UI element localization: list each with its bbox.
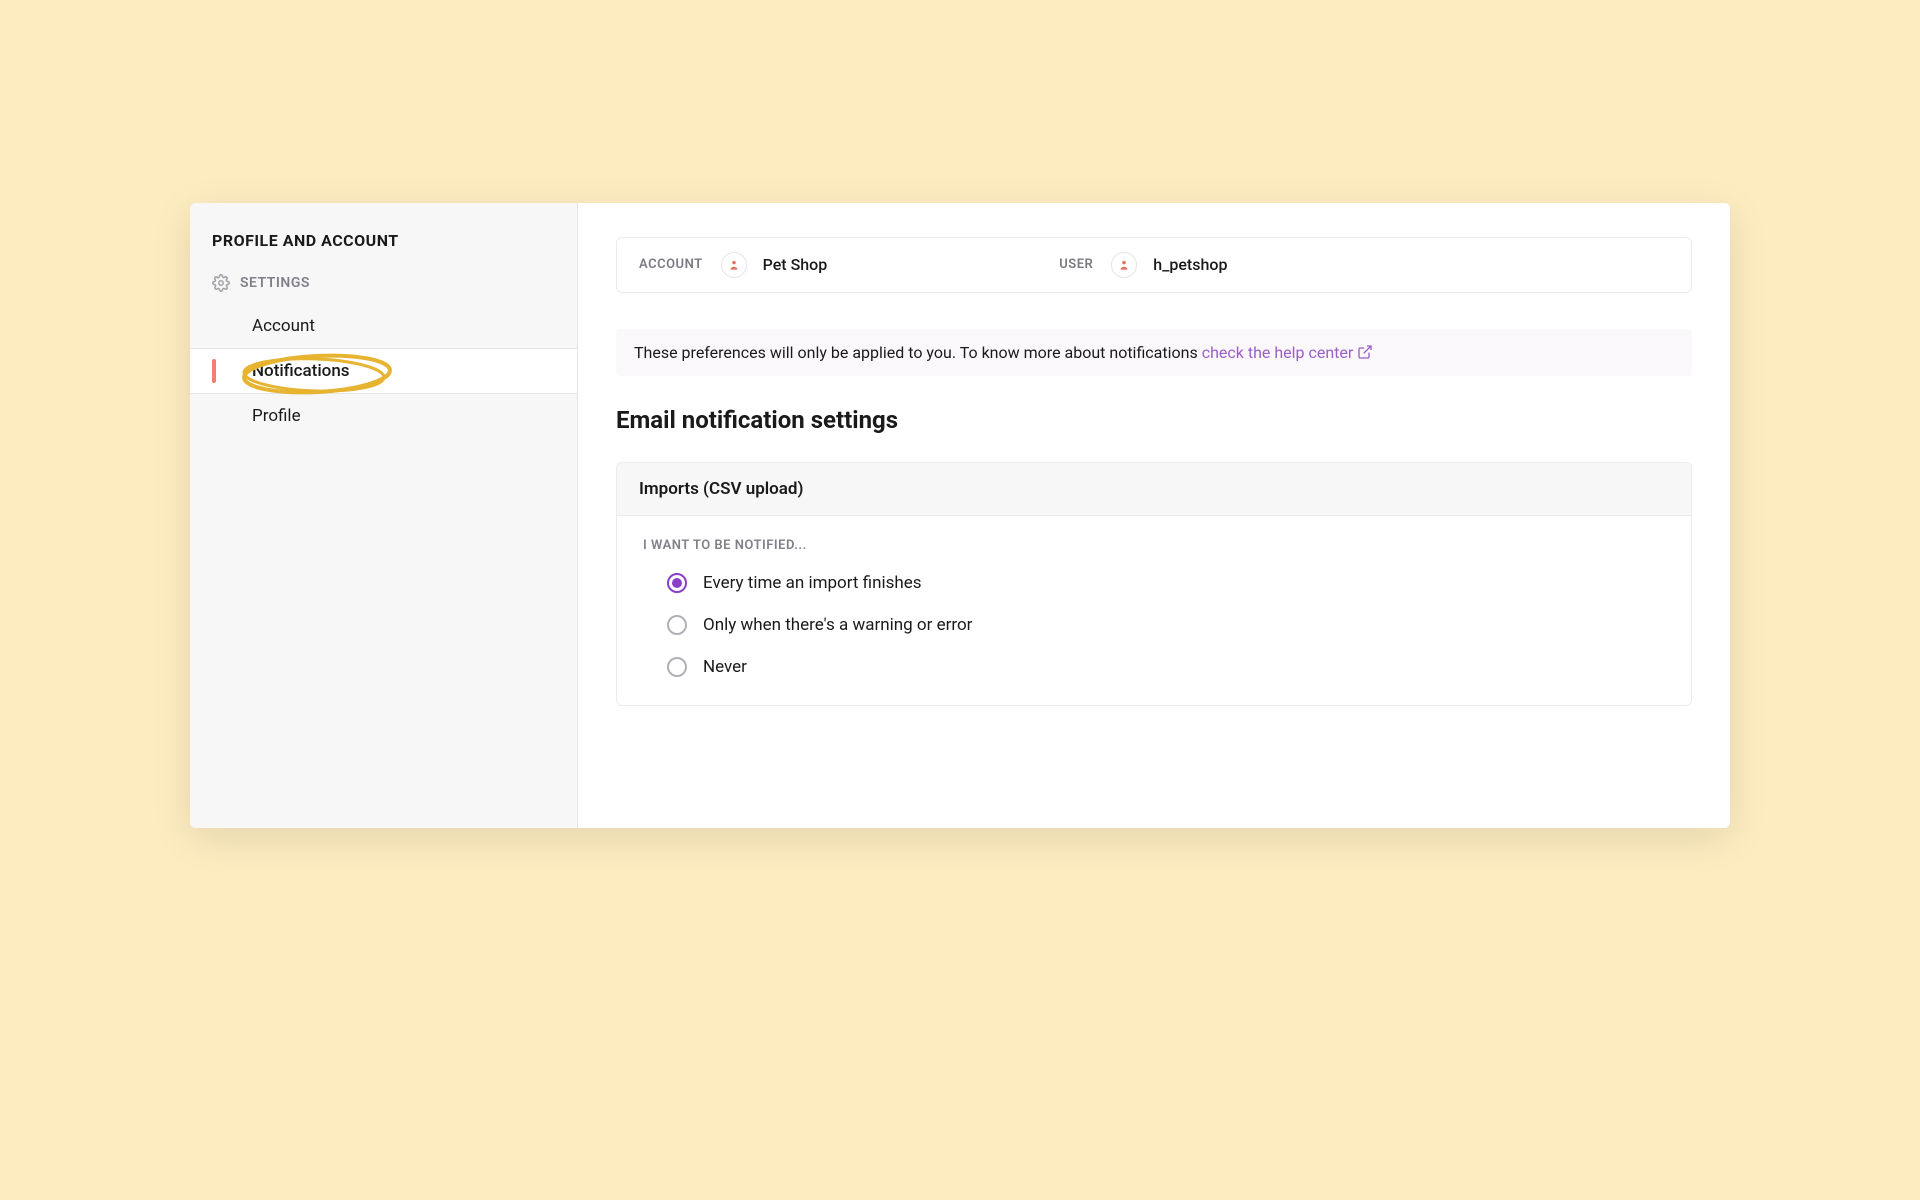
radio-label: Every time an import finishes [703, 573, 922, 593]
sidebar-item-label: Account [252, 316, 315, 336]
radio-option-every-time[interactable]: Every time an import finishes [667, 573, 1665, 593]
imports-settings-card: Imports (CSV upload) I WANT TO BE NOTIFI… [616, 462, 1692, 706]
sidebar-item-label: Notifications [252, 361, 350, 381]
page-heading: Email notification settings [616, 406, 1692, 434]
radio-indicator [667, 657, 687, 677]
link-text: check the help center [1202, 343, 1354, 362]
radio-indicator [667, 615, 687, 635]
account-avatar-icon [721, 252, 747, 278]
sidebar-section-header: SETTINGS [190, 274, 577, 304]
radio-option-never[interactable]: Never [667, 657, 1665, 677]
external-link-icon [1357, 344, 1373, 360]
radio-option-warning-error[interactable]: Only when there's a warning or error [667, 615, 1665, 635]
sidebar-section-label: SETTINGS [240, 275, 310, 291]
notice-text: These preferences will only be applied t… [634, 343, 1202, 362]
gear-icon [212, 274, 230, 292]
card-body: I WANT TO BE NOTIFIED... Every time an i… [617, 516, 1691, 705]
account-user-bar: ACCOUNT Pet Shop USER h_petshop [616, 237, 1692, 293]
radio-indicator [667, 573, 687, 593]
account-value: Pet Shop [763, 255, 828, 274]
sidebar-item-label: Profile [252, 406, 301, 426]
account-label: ACCOUNT [639, 257, 703, 272]
card-sublabel: I WANT TO BE NOTIFIED... [643, 538, 1665, 553]
user-label: USER [1059, 257, 1093, 272]
radio-label: Never [703, 657, 747, 677]
help-center-link[interactable]: check the help center [1202, 343, 1374, 362]
user-avatar-icon [1111, 252, 1137, 278]
sidebar-item-account[interactable]: Account [190, 304, 577, 348]
app-window: PROFILE AND ACCOUNT SETTINGS Account Not… [190, 203, 1730, 828]
radio-label: Only when there's a warning or error [703, 615, 972, 635]
sidebar-title: PROFILE AND ACCOUNT [190, 231, 577, 274]
sidebar-item-notifications[interactable]: Notifications [190, 348, 577, 394]
radio-group-imports: Every time an import finishes Only when … [643, 573, 1665, 677]
sidebar-item-profile[interactable]: Profile [190, 394, 577, 438]
card-header: Imports (CSV upload) [617, 463, 1691, 516]
notice-bar: These preferences will only be applied t… [616, 329, 1692, 376]
main-content: ACCOUNT Pet Shop USER h_petshop These pr… [578, 203, 1730, 828]
sidebar: PROFILE AND ACCOUNT SETTINGS Account Not… [190, 203, 578, 828]
sidebar-items: Account Notifications Profile [190, 304, 577, 438]
user-value: h_petshop [1153, 255, 1227, 274]
